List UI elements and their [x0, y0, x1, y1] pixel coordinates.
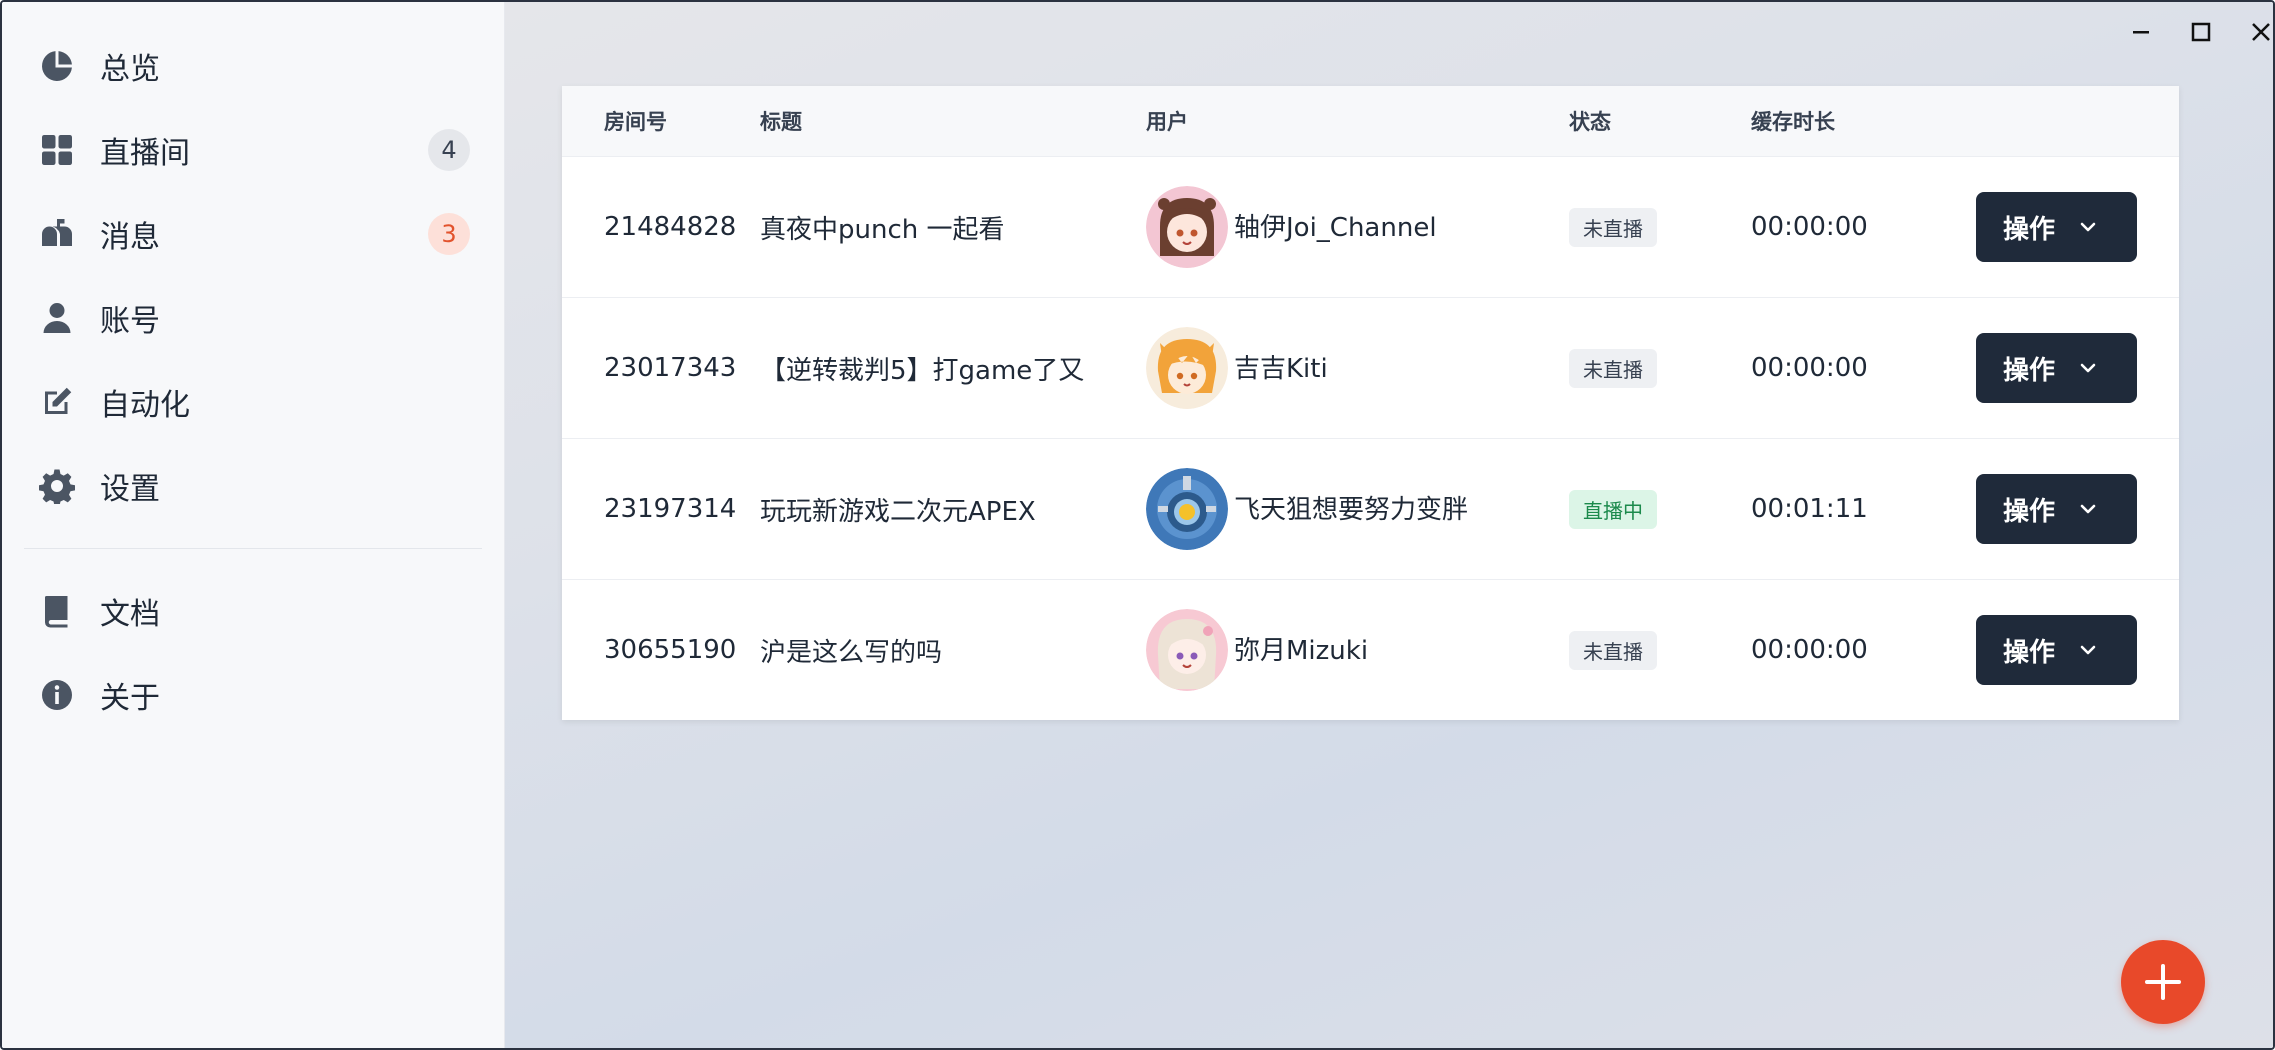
table-row: 23017343 【逆转裁判5】打game了又 吉吉Kiti 未直播 00:00…	[562, 297, 2179, 438]
room-title: 玩玩新游戏二次元APEX	[760, 496, 1036, 527]
chevron-down-icon	[2080, 363, 2096, 373]
cache-duration: 00:00:00	[1751, 635, 1868, 665]
status-badge: 未直播	[1569, 630, 1657, 670]
user-name[interactable]: 飞天狙想要努力变胖	[1234, 489, 1468, 526]
sidebar-item-label: 消息	[100, 220, 160, 255]
mailbox-icon	[38, 215, 76, 253]
info-icon	[38, 676, 76, 714]
avatar	[1146, 186, 1228, 268]
sidebar-item-overview[interactable]: 总览	[2, 24, 504, 108]
maximize-button[interactable]	[2181, 12, 2221, 52]
close-button[interactable]	[2241, 12, 2273, 52]
minimize-icon	[2133, 31, 2149, 34]
status-badge: 未直播	[1569, 207, 1657, 247]
column-header-status[interactable]: 状态	[1569, 106, 1751, 136]
action-dropdown-button[interactable]: 操作	[1976, 615, 2137, 685]
user-name[interactable]: 轴伊Joi_Channel	[1234, 207, 1437, 244]
room-title: 真夜中punch 一起看	[760, 214, 1005, 245]
action-dropdown-button[interactable]: 操作	[1976, 333, 2137, 403]
sidebar-item-account[interactable]: 账号	[2, 276, 504, 360]
sidebar-item-label: 总览	[100, 52, 160, 87]
cache-duration: 00:00:00	[1751, 212, 1868, 242]
sidebar-item-rooms[interactable]: 直播间 4	[2, 108, 504, 192]
table-row: 21484828 真夜中punch 一起看 轴伊Joi_Channel 未直播 …	[562, 156, 2179, 297]
action-label: 操作	[2003, 637, 2056, 668]
room-id: 23017343	[604, 353, 737, 383]
avatar	[1146, 468, 1228, 550]
sidebar-item-docs[interactable]: 文档	[2, 569, 504, 653]
notification-badge: 3	[428, 213, 470, 255]
sidebar-item-label: 文档	[100, 597, 160, 632]
close-icon	[2252, 23, 2270, 41]
user-cell: 轴伊Joi_Channel	[1146, 186, 1569, 268]
avatar	[1146, 609, 1228, 691]
room-id: 30655190	[604, 635, 737, 665]
gear-icon	[38, 467, 76, 505]
grid-icon	[38, 131, 76, 169]
plus-icon	[2145, 964, 2181, 1000]
count-badge: 4	[428, 129, 470, 171]
sidebar-item-automation[interactable]: 自动化	[2, 360, 504, 444]
pie-chart-icon	[38, 47, 76, 85]
room-title: 【逆转裁判5】打game了又	[760, 355, 1085, 386]
sidebar-item-about[interactable]: 关于	[2, 653, 504, 737]
main-content: 房间号 标题 用户 状态 缓存时长 21484828 真夜中punch 一起看	[505, 2, 2273, 1048]
user-icon	[38, 299, 76, 337]
sidebar: 总览 直播间 4 消息 3 账号 自动化 设置 文档 关于	[2, 2, 505, 1048]
status-badge: 直播中	[1569, 489, 1657, 529]
rooms-table: 房间号 标题 用户 状态 缓存时长 21484828 真夜中punch 一起看	[562, 86, 2179, 720]
table-header: 房间号 标题 用户 状态 缓存时长	[562, 86, 2179, 156]
sidebar-item-label: 直播间	[100, 136, 190, 171]
avatar	[1146, 327, 1228, 409]
sidebar-item-label: 账号	[100, 304, 160, 339]
chevron-down-icon	[2080, 504, 2096, 514]
column-header-room[interactable]: 房间号	[562, 106, 760, 136]
room-id: 21484828	[604, 212, 737, 242]
cache-duration: 00:01:11	[1751, 494, 1868, 524]
column-header-duration[interactable]: 缓存时长	[1751, 106, 1933, 136]
room-title: 沪是这么写的吗	[760, 637, 943, 668]
action-dropdown-button[interactable]: 操作	[1976, 474, 2137, 544]
app-window: 总览 直播间 4 消息 3 账号 自动化 设置 文档 关于 房间号 标题 用户 …	[0, 0, 2275, 1050]
chevron-down-icon	[2080, 222, 2096, 232]
room-id: 23197314	[604, 494, 737, 524]
sidebar-item-settings[interactable]: 设置	[2, 444, 504, 528]
status-badge: 未直播	[1569, 348, 1657, 388]
sidebar-item-label: 关于	[100, 681, 160, 716]
action-dropdown-button[interactable]: 操作	[1976, 192, 2137, 262]
action-label: 操作	[2003, 355, 2056, 386]
user-cell: 飞天狙想要努力变胖	[1146, 468, 1569, 550]
sidebar-divider	[24, 548, 482, 549]
table-row: 30655190 沪是这么写的吗 弥月Mizuki 未直播 00:00:00 操…	[562, 579, 2179, 720]
user-cell: 弥月Mizuki	[1146, 609, 1569, 691]
user-cell: 吉吉Kiti	[1146, 327, 1569, 409]
table-row: 23197314 玩玩新游戏二次元APEX 飞天狙想要努力变胖 直播中 00:0…	[562, 438, 2179, 579]
book-icon	[38, 592, 76, 630]
column-header-title[interactable]: 标题	[760, 106, 1146, 136]
maximize-icon	[2191, 22, 2211, 42]
minimize-button[interactable]	[2121, 12, 2161, 52]
column-header-user[interactable]: 用户	[1146, 106, 1569, 136]
sidebar-item-label: 自动化	[100, 388, 190, 423]
add-room-button[interactable]	[2121, 940, 2205, 1024]
user-name[interactable]: 吉吉Kiti	[1234, 348, 1328, 385]
chevron-down-icon	[2080, 645, 2096, 655]
sidebar-item-label: 设置	[100, 472, 160, 507]
action-label: 操作	[2003, 214, 2056, 245]
cache-duration: 00:00:00	[1751, 353, 1868, 383]
edit-icon	[38, 383, 76, 421]
sidebar-item-messages[interactable]: 消息 3	[2, 192, 504, 276]
action-label: 操作	[2003, 496, 2056, 527]
user-name[interactable]: 弥月Mizuki	[1234, 630, 1368, 667]
